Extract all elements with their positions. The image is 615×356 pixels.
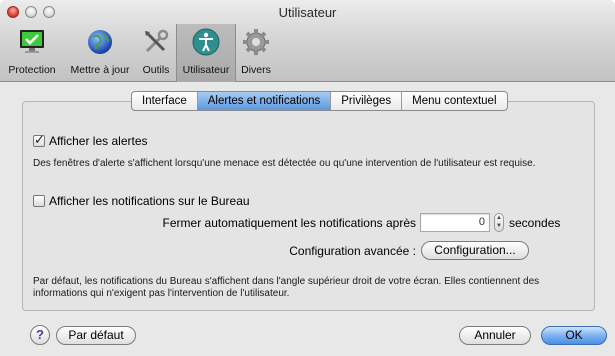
notifications-description: Par défaut, les notifications du Bureau …: [33, 276, 540, 299]
configuration-button[interactable]: Configuration...: [421, 241, 529, 260]
toolbar-label: Utilisateur: [182, 64, 230, 76]
tab-interface[interactable]: Interface: [132, 92, 197, 110]
tab-context-menu[interactable]: Menu contextuel: [401, 92, 506, 110]
preferences-window: Utilisateur Protection Mettre à jour Out…: [0, 0, 615, 356]
help-button[interactable]: ?: [30, 325, 50, 345]
show-alerts-checkbox[interactable]: [33, 132, 45, 148]
toolbar-item-tools[interactable]: Outils: [136, 24, 176, 82]
user-accessibility-icon: [192, 28, 220, 56]
auto-close-stepper[interactable]: ▲ ▼: [494, 213, 504, 232]
tab-bar: Interface Alertes et notifications Privi…: [131, 91, 508, 111]
auto-close-label: Fermer automatiquement les notifications…: [162, 216, 416, 230]
tab-alerts-notifications[interactable]: Alertes et notifications: [196, 92, 331, 110]
auto-close-seconds-input[interactable]: 0: [420, 213, 490, 232]
show-alerts-label: Afficher les alertes: [49, 134, 148, 148]
tab-panel: Afficher les alertes Des fenêtres d'aler…: [22, 101, 595, 311]
title-toolbar-area: Utilisateur Protection Mettre à jour Out…: [0, 0, 615, 82]
show-alerts-row[interactable]: Afficher les alertes: [33, 132, 148, 148]
toolbar: Protection Mettre à jour Outils Utilisat…: [0, 24, 276, 82]
toolbar-item-protection[interactable]: Protection: [0, 24, 64, 82]
alerts-description: Des fenêtres d'alerte s'affichent lorsqu…: [33, 158, 536, 169]
seconds-unit-label: secondes: [509, 216, 561, 230]
stepper-down-icon[interactable]: ▼: [496, 223, 502, 229]
show-notifications-checkbox[interactable]: [33, 195, 45, 207]
window-title: Utilisateur: [278, 5, 337, 20]
stepper-up-icon[interactable]: ▲: [496, 215, 502, 221]
cancel-button[interactable]: Annuler: [459, 326, 531, 345]
globe-icon: [88, 30, 112, 54]
default-button[interactable]: Par défaut: [56, 326, 136, 345]
toolbar-label: Divers: [241, 64, 271, 76]
toolbar-item-misc[interactable]: Divers: [236, 24, 276, 82]
gear-icon: [243, 29, 269, 55]
monitor-check-icon: [20, 30, 44, 53]
toolbar-label: Protection: [8, 64, 56, 76]
toolbar-label: Mettre à jour: [70, 64, 130, 76]
advanced-config-label: Configuration avancée :: [289, 244, 416, 258]
show-notifications-row[interactable]: Afficher les notifications sur le Bureau: [33, 194, 250, 208]
toolbar-item-update[interactable]: Mettre à jour: [64, 24, 136, 82]
content-area: Interface Alertes et notifications Privi…: [0, 83, 615, 356]
tab-privileges[interactable]: Privilèges: [330, 92, 401, 110]
ok-button[interactable]: OK: [541, 326, 607, 345]
show-notifications-label: Afficher les notifications sur le Bureau: [49, 194, 250, 208]
toolbar-item-user[interactable]: Utilisateur: [176, 24, 236, 82]
toolbar-label: Outils: [142, 64, 170, 76]
tools-icon: [145, 29, 169, 53]
